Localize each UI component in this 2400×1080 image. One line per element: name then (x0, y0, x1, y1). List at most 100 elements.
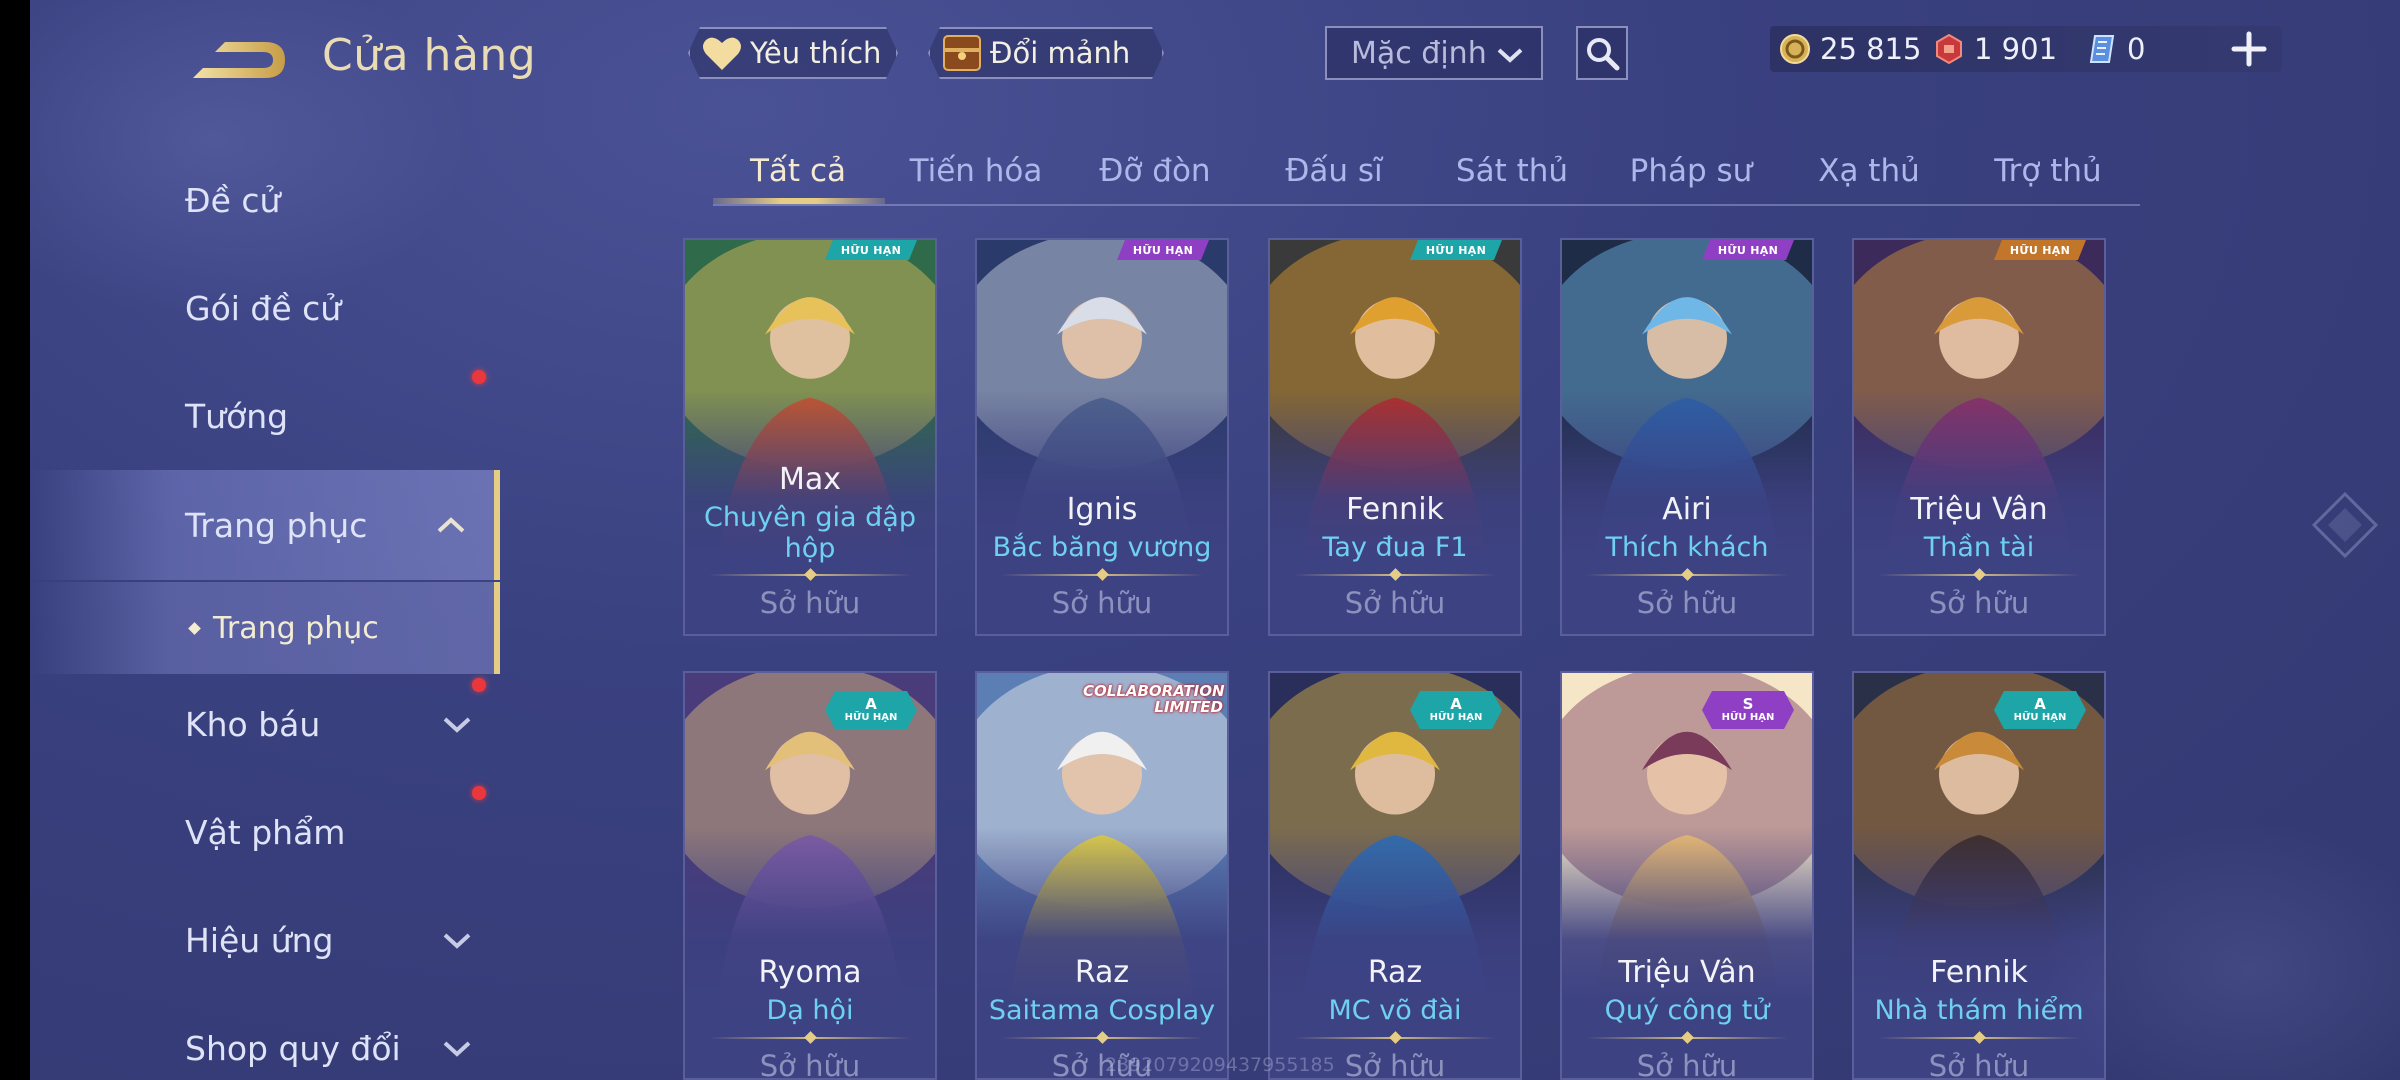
hero-name: Ryoma (758, 955, 862, 990)
collaboration-limited-badge: COLLABORATION LIMITED (1083, 682, 1225, 716)
owned-label: Sở hữu (759, 1049, 861, 1080)
chevron-down-icon (443, 933, 471, 949)
tab-evolution[interactable]: Tiến hóa (891, 140, 1061, 202)
voucher-amount: 1 901 (1974, 32, 2058, 66)
plus-icon[interactable] (2230, 30, 2268, 68)
tab-mage[interactable]: Pháp sư (1606, 140, 1776, 202)
skin-card[interactable]: HỮU HẠN Airi Thích khách Sở hữu (1560, 238, 1814, 636)
sidebar-item-treasure[interactable]: Kho báu (30, 674, 500, 774)
exchange-shards-button[interactable]: Đổi mảnh (928, 27, 1164, 79)
shop-screen: Cửa hàng Đề cử Gói đề cử Tướng Trang phụ… (30, 0, 2400, 1080)
sidebar-item-label: Đề cử (185, 180, 281, 220)
hero-name: Max (778, 462, 842, 497)
sidebar-item-exchange-shop[interactable]: Shop quy đổi (30, 998, 500, 1080)
watermark-id: 2392079209437955185 (1105, 1054, 1335, 1076)
sidebar-item-label: Trang phục (185, 505, 368, 545)
sidebar-item-label: Tướng (185, 396, 289, 436)
exchange-shards-label: Đổi mảnh (990, 36, 1131, 70)
chevron-down-icon (443, 1041, 471, 1057)
limited-badge: HỮU HẠN (1117, 240, 1209, 260)
skin-name: MC võ đài (1328, 995, 1462, 1026)
tier-badge: A HỮU HẠN (1410, 691, 1502, 729)
skin-name: Saitama Cosplay (988, 995, 1216, 1026)
favorites-label: Yêu thích (750, 36, 882, 70)
tab-marksman[interactable]: Xạ thủ (1784, 140, 1954, 202)
token-amount: 0 (2127, 32, 2146, 66)
skin-name: Thích khách (1605, 532, 1769, 563)
hero-name: Triệu Vân (1618, 955, 1756, 990)
notification-dot (472, 678, 486, 692)
tier-badge: S HỮU HẠN (1702, 691, 1794, 729)
search-icon (1587, 38, 1620, 71)
skin-card[interactable]: A HỮU HẠN Fennik Nhà thám hiểm Sở hữu (1852, 671, 2106, 1080)
red-voucher-icon (1936, 33, 1962, 65)
tab-all[interactable]: Tất cả (713, 140, 883, 202)
sidebar-subitem-label: Trang phục (213, 610, 379, 646)
limited-badge: HỮU HẠN (825, 240, 917, 260)
skin-card[interactable]: HỮU HẠN Ignis Bắc băng vương Sở hữu (975, 238, 1229, 636)
sidebar-item-effects[interactable]: Hiệu ứng (30, 890, 500, 990)
skin-card[interactable]: COLLABORATION LIMITED Raz Saitama Cospla… (975, 671, 1229, 1080)
owned-label: Sở hữu (1636, 1049, 1738, 1080)
hero-name: Triệu Vân (1910, 492, 2048, 527)
sort-dropdown[interactable]: Mặc định (1325, 26, 1543, 80)
tab-support[interactable]: Trợ thủ (1963, 140, 2133, 202)
sidebar-item-skins[interactable]: Trang phục (30, 470, 500, 580)
notification-dot (472, 786, 486, 800)
owned-label: Sở hữu (1928, 586, 2030, 620)
skin-name: Chuyên gia đập hộp (704, 502, 916, 564)
token-balance: 0 (2085, 26, 2145, 72)
voucher-balance: 1 901 (1932, 26, 2057, 72)
tier-badge: A HỮU HẠN (1994, 691, 2086, 729)
hero-name: Airi (1662, 492, 1712, 527)
active-tab-indicator (713, 198, 885, 204)
hero-name: Fennik (1346, 492, 1444, 527)
sidebar-item-heroes[interactable]: Tướng (30, 366, 500, 466)
gold-balance: 25 815 (1778, 26, 1921, 72)
skin-card[interactable]: HỮU HẠN Max Chuyên gia đập hộp Sở hữu (683, 238, 937, 636)
blue-token-icon (2089, 35, 2115, 63)
chevron-down-icon (1497, 48, 1523, 63)
limited-badge: HỮU HẠN (1410, 240, 1502, 260)
hero-name: Ignis (1066, 492, 1138, 527)
owned-label: Sở hữu (1636, 586, 1738, 620)
heart-icon (700, 32, 744, 74)
skin-name: Nhà thám hiểm (1874, 995, 2084, 1026)
tab-assassin[interactable]: Sát thủ (1427, 140, 1597, 202)
skin-card[interactable]: HỮU HẠN Triệu Vân Thần tài Sở hữu (1852, 238, 2106, 636)
tier-badge: A HỮU HẠN (825, 691, 917, 729)
sidebar-subitem-skins[interactable]: Trang phục (30, 582, 500, 674)
search-button[interactable] (1576, 26, 1628, 80)
sidebar-item-label: Hiệu ứng (185, 920, 334, 960)
owned-label: Sở hữu (759, 586, 861, 620)
sidebar-item-items[interactable]: Vật phẩm (30, 782, 500, 882)
sort-value: Mặc định (1351, 35, 1487, 71)
skin-name: Bắc băng vương (992, 532, 1212, 563)
tab-tank[interactable]: Đỡ đòn (1070, 140, 1240, 202)
sidebar-item-label: Vật phẩm (185, 812, 346, 852)
page-title: Cửa hàng (322, 30, 537, 81)
limited-badge: HỮU HẠN (1994, 240, 2086, 260)
skin-card[interactable]: A HỮU HẠN Ryoma Dạ hội Sở hữu (683, 671, 937, 1080)
favorites-button[interactable]: Yêu thích (688, 27, 898, 79)
sidebar-item-label: Shop quy đổi (185, 1028, 401, 1068)
gold-amount: 25 815 (1820, 32, 1922, 66)
diamond-nav-icon[interactable] (2310, 490, 2380, 560)
skin-card[interactable]: HỮU HẠN Fennik Tay đua F1 Sở hữu (1268, 238, 1522, 636)
skin-name: Thần tài (1923, 532, 2035, 563)
owned-label: Sở hữu (1928, 1049, 2030, 1080)
skin-card[interactable]: A HỮU HẠN Raz MC võ đài Sở hữu (1268, 671, 1522, 1080)
hero-name: Raz (1367, 955, 1423, 990)
skin-name: Tay đua F1 (1322, 532, 1468, 563)
skin-card[interactable]: S HỮU HẠN Triệu Vân Quý công tử Sở hữu (1560, 671, 1814, 1080)
chevron-up-icon (437, 517, 465, 533)
sidebar-item-label: Kho báu (185, 704, 321, 744)
back-arrow-icon[interactable] (185, 30, 295, 90)
category-tabs: Tất cả Tiến hóa Đỡ đòn Đấu sĩ Sát thủ Ph… (713, 140, 2140, 206)
chevron-down-icon (443, 717, 471, 733)
hero-name: Fennik (1930, 955, 2028, 990)
sidebar-item-bundles[interactable]: Gói đề cử (30, 258, 500, 384)
sidebar-item-recommended[interactable]: Đề cử (30, 150, 500, 250)
skin-name: Dạ hội (766, 995, 854, 1026)
tab-fighter[interactable]: Đấu sĩ (1249, 140, 1419, 202)
